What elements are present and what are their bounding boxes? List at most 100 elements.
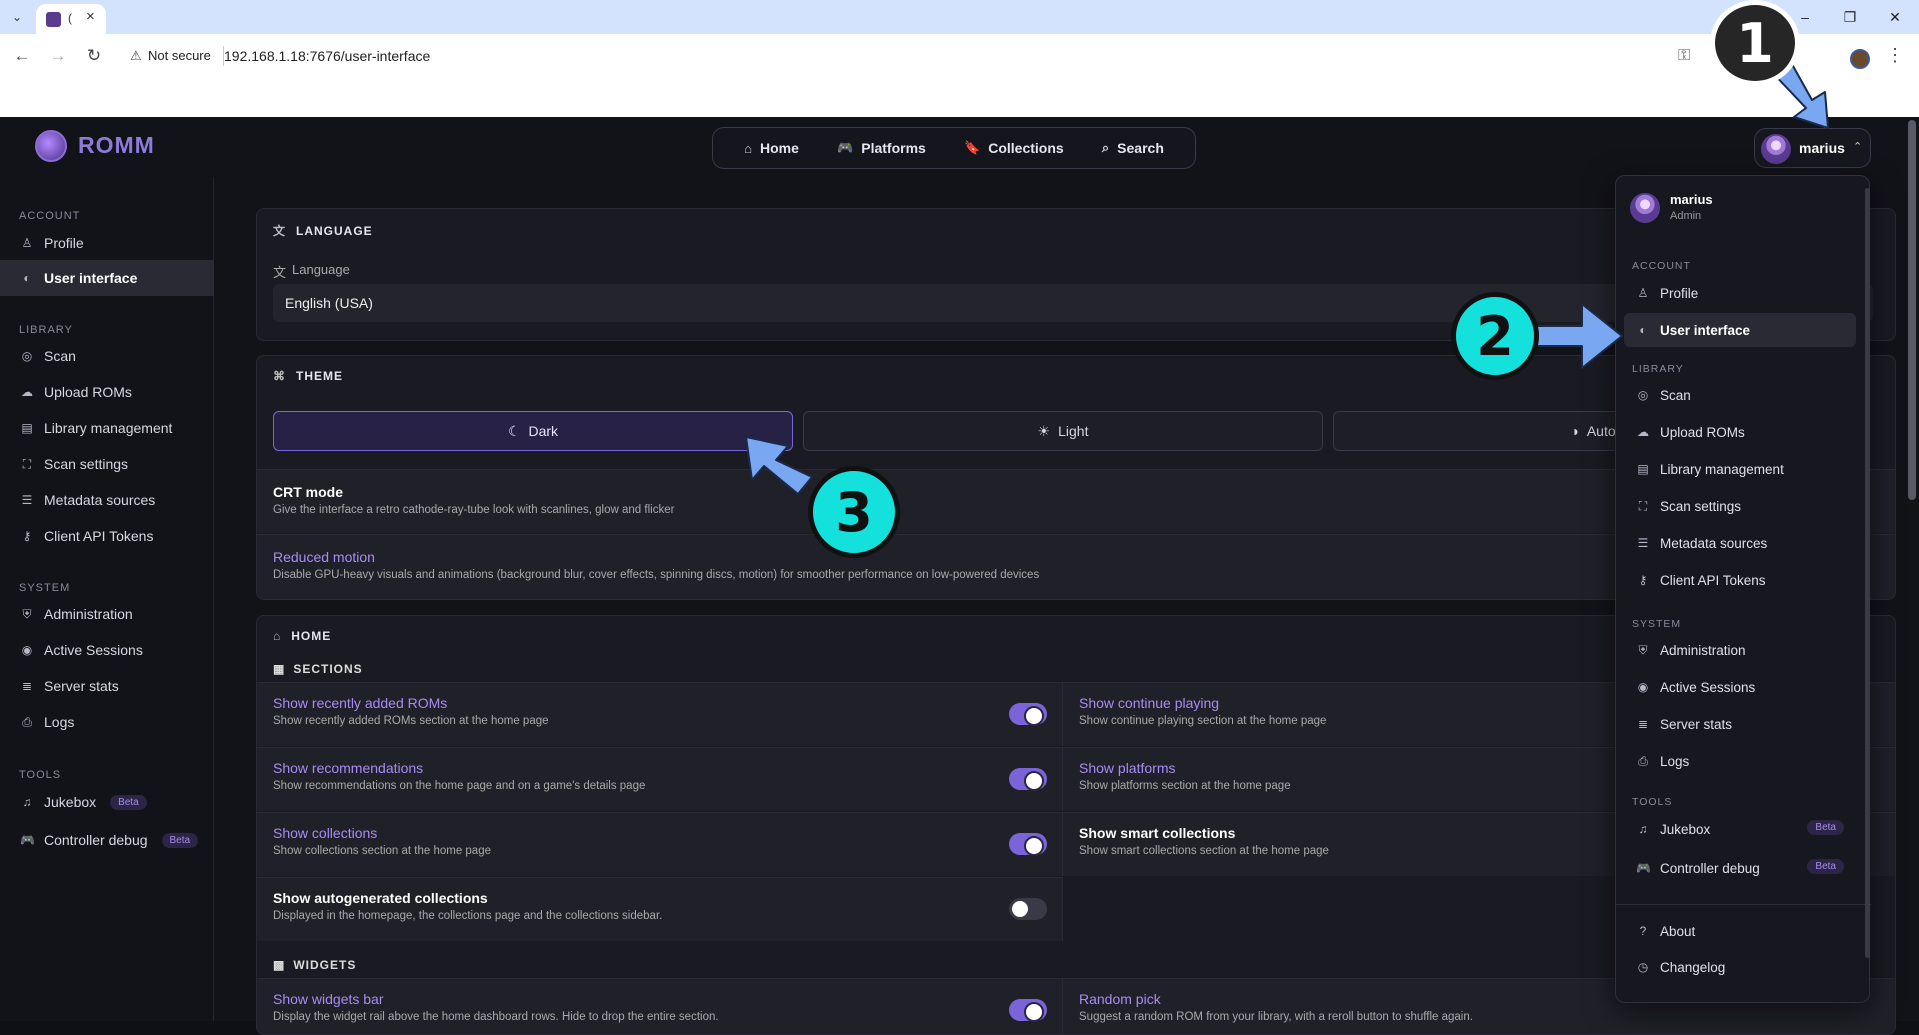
key-icon: ⚷ xyxy=(22,529,32,543)
address-bar[interactable]: ⚠ Not secure 192.168.1.18:7676/user-inte… xyxy=(124,39,1690,73)
cloud-upload-icon: ☁ xyxy=(21,385,33,399)
sidebar-item-library-management[interactable]: ▤ Library management xyxy=(0,410,214,446)
toggle-recommendations[interactable] xyxy=(1009,768,1047,791)
menu-item-jukebox[interactable]: ♫ Jukebox Beta xyxy=(1624,812,1856,846)
restore-icon[interactable]: ❐ xyxy=(1830,6,1870,28)
page-scrollbar[interactable] xyxy=(1908,120,1916,500)
sidebar-item-label: Metadata sources xyxy=(44,492,156,508)
user-menu-button[interactable]: marius ⌃ xyxy=(1754,128,1871,168)
avatar xyxy=(1630,193,1660,223)
music-icon: ♫ xyxy=(1638,822,1648,836)
tab-title: ( xyxy=(68,11,72,25)
close-tab-icon[interactable]: × xyxy=(86,8,95,25)
menu-item-user-interface[interactable]: ◐ User interface xyxy=(1624,313,1856,347)
shield-icon: ⛨ xyxy=(22,606,32,621)
toggle-collections[interactable] xyxy=(1009,833,1047,856)
menu-item-active-sessions[interactable]: ◉ Active Sessions xyxy=(1624,670,1856,704)
menu-item-logs[interactable]: ⎙ Logs xyxy=(1624,744,1856,778)
shield-icon: ⛨ xyxy=(1638,642,1648,657)
menu-item-scan[interactable]: ◎ Scan xyxy=(1624,378,1856,412)
widgets-subheading: ▩ WIDGETS xyxy=(273,958,356,972)
romm-favicon-icon xyxy=(46,12,61,27)
sidebar-item-server-stats[interactable]: ≣ Server stats xyxy=(0,668,214,704)
menu-item-label: Logs xyxy=(1660,753,1690,769)
library-icon: ▤ xyxy=(21,421,33,435)
annotation-marker-3: 3 xyxy=(808,466,900,558)
sidebar-item-controller-debug[interactable]: 🎮 Controller debug Beta xyxy=(0,822,214,858)
database-icon: ☰ xyxy=(21,493,33,507)
sidebar-item-user-interface[interactable]: ◐ User interface xyxy=(0,260,214,296)
row-title: Show recommendations xyxy=(273,760,424,776)
sidebar-item-scan-settings[interactable]: ⛶ Scan settings xyxy=(0,446,214,482)
menu-username: marius xyxy=(1670,192,1713,207)
toggle-widgets-bar[interactable] xyxy=(1009,999,1047,1022)
nav-home[interactable]: ⌂ Home xyxy=(744,140,799,156)
browser-menu-icon[interactable]: ⋮ xyxy=(1886,45,1904,66)
menu-item-label: Scan settings xyxy=(1660,498,1742,514)
gamepad-icon: 🎮 xyxy=(20,833,35,847)
music-icon: ♫ xyxy=(22,795,32,809)
menu-item-about[interactable]: ? About xyxy=(1624,914,1856,948)
menu-item-metadata-sources[interactable]: ☰ Metadata sources xyxy=(1624,526,1856,560)
menu-item-profile[interactable]: ♙ Profile xyxy=(1624,276,1856,310)
theme-label: Auto xyxy=(1586,423,1616,439)
sidebar-item-administration[interactable]: ⛨ Administration xyxy=(0,596,214,632)
sidebar-section-system: SYSTEM xyxy=(19,582,71,594)
theme-dark-button[interactable]: ☾ Dark xyxy=(273,411,793,451)
close-window-icon[interactable]: ✕ xyxy=(1875,6,1915,28)
menu-item-label: Jukebox xyxy=(1660,821,1711,837)
back-icon[interactable]: ← xyxy=(8,42,36,70)
history-icon: ◷ xyxy=(1637,960,1649,974)
beta-badge: Beta xyxy=(161,832,199,848)
nav-search[interactable]: ⌕ Search xyxy=(1102,140,1164,156)
menu-item-server-stats[interactable]: ≣ Server stats xyxy=(1624,707,1856,741)
menu-item-changelog[interactable]: ◷ Changelog xyxy=(1624,950,1856,984)
theme-light-button[interactable]: ☀ Light xyxy=(803,411,1323,451)
menu-item-label: Controller debug xyxy=(1660,860,1760,876)
browser-profile-avatar[interactable] xyxy=(1850,49,1870,69)
forward-icon[interactable]: → xyxy=(44,42,72,70)
sidebar-item-scan[interactable]: ◎ Scan xyxy=(0,338,214,374)
menu-item-label: User interface xyxy=(1660,322,1751,338)
sidebar-item-upload-roms[interactable]: ☁ Upload ROMs xyxy=(0,374,214,410)
toggle-recently-added[interactable] xyxy=(1009,703,1047,726)
broadcast-icon: ◉ xyxy=(1637,680,1649,694)
menu-item-upload-roms[interactable]: ☁ Upload ROMs xyxy=(1624,415,1856,449)
logo-text[interactable]: ROMM xyxy=(78,132,155,159)
menu-item-administration[interactable]: ⛨ Administration xyxy=(1624,633,1856,667)
nav-platforms[interactable]: 🎮 Platforms xyxy=(837,140,926,156)
menu-item-library-management[interactable]: ▤ Library management xyxy=(1624,452,1856,486)
sidebar-item-active-sessions[interactable]: ◉ Active Sessions xyxy=(0,632,214,668)
row-title: Show recently added ROMs xyxy=(273,695,448,711)
menu-item-controller-debug[interactable]: 🎮 Controller debug Beta xyxy=(1624,851,1856,885)
sidebar-item-label: Administration xyxy=(44,606,133,622)
toggle-autogenerated-collections[interactable] xyxy=(1009,898,1047,920)
sidebar-item-label: Controller debug xyxy=(44,832,148,848)
sidebar-item-label: Jukebox xyxy=(44,794,97,810)
menu-item-label: Client API Tokens xyxy=(1660,572,1766,588)
nav-label: Collections xyxy=(988,140,1064,156)
menu-item-scan-settings[interactable]: ⛶ Scan settings xyxy=(1624,489,1856,523)
user-icon: ♙ xyxy=(1637,286,1649,300)
sidebar-item-logs[interactable]: ⎙ Logs xyxy=(0,704,214,740)
security-label[interactable]: Not secure xyxy=(148,48,211,63)
romm-logo-icon[interactable] xyxy=(35,130,67,162)
language-field-label: 文 Language xyxy=(273,262,350,281)
nav-collections[interactable]: 🔖 Collections xyxy=(964,140,1064,156)
tab-list-chevron-icon[interactable]: ⌄ xyxy=(6,6,28,28)
sidebar-item-profile[interactable]: ♙ Profile xyxy=(0,225,214,261)
sidebar-item-metadata-sources[interactable]: ☰ Metadata sources xyxy=(0,482,214,518)
sidebar-item-jukebox[interactable]: ♫ Jukebox Beta xyxy=(0,784,214,820)
password-key-icon[interactable]: ⚿ xyxy=(1678,47,1690,65)
menu-item-label: Administration xyxy=(1660,642,1746,658)
url-text[interactable]: 192.168.1.18:7676/user-interface xyxy=(224,48,430,64)
nav-label: Home xyxy=(759,140,799,156)
menu-item-client-api-tokens[interactable]: ⚷ Client API Tokens xyxy=(1624,563,1856,597)
menu-scrollbar[interactable] xyxy=(1865,188,1870,958)
widgets-icon: ▩ xyxy=(273,958,286,972)
reload-icon[interactable]: ↻ xyxy=(80,42,108,70)
setting-collections: Show collections Show collections sectio… xyxy=(257,812,1063,876)
browser-tab[interactable]: ( × xyxy=(36,4,106,34)
sidebar-item-client-api-tokens[interactable]: ⚷ Client API Tokens xyxy=(0,518,214,554)
sun-icon: ☀ xyxy=(1037,422,1051,439)
